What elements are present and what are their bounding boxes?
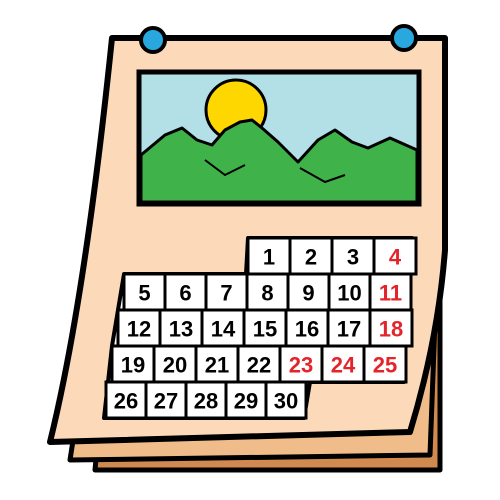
date-number-weekend: 4 bbox=[389, 245, 402, 270]
mountain-landscape-picture bbox=[136, 69, 422, 207]
date-number: 28 bbox=[194, 389, 218, 414]
date-number-weekend: 11 bbox=[379, 281, 402, 306]
date-number: 3 bbox=[347, 245, 359, 270]
date-number-weekend: 24 bbox=[331, 353, 356, 378]
calendar-svg: 1 2 3 45 6 7 8 9 10 1112 13 14 15 16 17 1819 20 21 22 23 24 2… bbox=[47, 24, 448, 473]
date-number: 13 bbox=[169, 317, 193, 342]
date-number: 12 bbox=[127, 317, 151, 342]
date-number: 7 bbox=[220, 281, 232, 306]
date-number: 21 bbox=[205, 353, 229, 378]
date-number: 9 bbox=[302, 281, 314, 306]
pin-icon bbox=[390, 24, 418, 52]
date-number: 14 bbox=[211, 317, 236, 342]
wall-calendar-illustration: 1 2 3 4 5 6 7 8 9 10 11 12 13 14 15 16 17 18 19 20 21 22 23 24 2… bbox=[0, 0, 500, 500]
date-number: 26 bbox=[114, 389, 138, 414]
date-number: 29 bbox=[234, 389, 258, 414]
date-number: 8 bbox=[261, 281, 273, 306]
date-number-weekend: 18 bbox=[379, 317, 403, 342]
date-number: 17 bbox=[337, 317, 361, 342]
date-number: 6 bbox=[179, 281, 191, 306]
date-number: 22 bbox=[247, 353, 271, 378]
date-number: 5 bbox=[138, 281, 150, 306]
date-number: 10 bbox=[337, 281, 361, 306]
date-number: 19 bbox=[121, 353, 145, 378]
date-number: 20 bbox=[163, 353, 187, 378]
date-number: 15 bbox=[253, 317, 277, 342]
date-number-weekend: 23 bbox=[289, 353, 313, 378]
date-number: 30 bbox=[274, 389, 298, 414]
date-number-weekend: 25 bbox=[373, 353, 397, 378]
date-number: 16 bbox=[295, 317, 319, 342]
pin-icon bbox=[139, 26, 167, 54]
date-number: 27 bbox=[154, 389, 178, 414]
date-number: 1 bbox=[263, 245, 275, 270]
date-number: 2 bbox=[305, 245, 317, 270]
